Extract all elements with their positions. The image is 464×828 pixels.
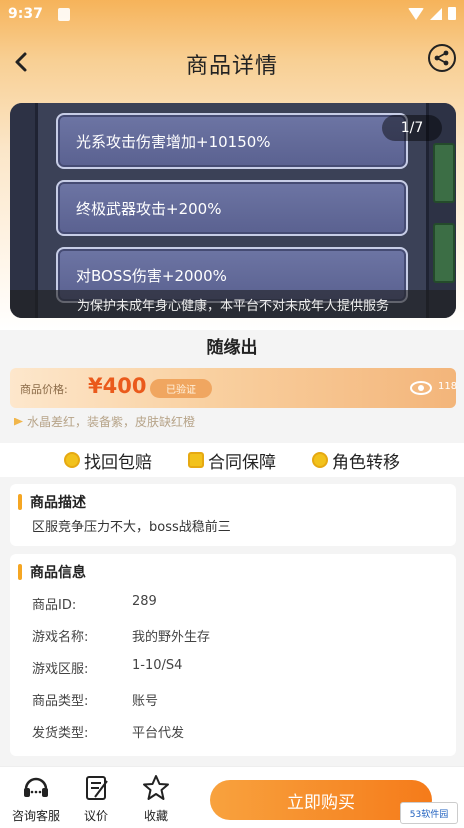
info-section: 商品信息 商品ID: 289 游戏名称: 我的野外生存 游戏区服: 1-10/S… bbox=[10, 554, 456, 756]
description-section: 商品描述 区服竞争压力不大，boss战稳前三 bbox=[10, 484, 456, 546]
flag-icon bbox=[14, 417, 23, 426]
bargain-icon bbox=[86, 776, 108, 800]
section-heading: 商品描述 bbox=[18, 492, 86, 512]
price-value: ¥400 bbox=[88, 374, 147, 398]
share-button[interactable] bbox=[428, 44, 456, 72]
game-button-graphic bbox=[433, 223, 455, 283]
info-value: 平台代发 bbox=[132, 726, 185, 741]
minor-protection-notice: 为保护未成年身心健康，本平台不对未成年人提供服务 bbox=[10, 290, 456, 318]
role-transfer-icon bbox=[312, 452, 328, 468]
favorite-label: 收藏 bbox=[143, 809, 168, 823]
game-button-graphic bbox=[433, 143, 455, 203]
info-key: 发货类型: bbox=[32, 726, 89, 741]
status-icons bbox=[408, 7, 456, 20]
bargain-button[interactable]: 议价 bbox=[66, 773, 126, 824]
item-note: 水晶差红，装备紫，皮肤缺红橙 bbox=[14, 413, 195, 430]
description-text: 区服竞争压力不大，boss战稳前三 bbox=[32, 520, 231, 535]
info-key: 游戏区服: bbox=[32, 662, 89, 677]
section-heading: 商品信息 bbox=[18, 562, 86, 582]
bottom-action-bar: 咨询客服 议价 收藏 立即购买 53软件园 bbox=[0, 766, 464, 828]
section-accent-bar bbox=[18, 564, 22, 580]
guarantee-label: 角色转移 bbox=[332, 452, 400, 473]
share-icon bbox=[434, 50, 449, 66]
price-label: 商品价格: bbox=[20, 383, 68, 396]
customer-service-button[interactable]: 咨询客服 bbox=[6, 773, 66, 824]
section-accent-bar bbox=[18, 494, 22, 510]
gallery-counter: 1/7 bbox=[382, 115, 442, 141]
page-title: 商品详情 bbox=[185, 54, 278, 79]
watermark: 53软件园 bbox=[400, 802, 458, 824]
guarantee-item: 角色转移 bbox=[312, 448, 400, 473]
sim-icon bbox=[58, 8, 70, 21]
favorite-button[interactable]: 收藏 bbox=[126, 773, 186, 824]
gallery-left-rail bbox=[10, 103, 38, 318]
guarantee-row: 找回包赔 合同保障 角色转移 bbox=[0, 443, 464, 477]
description-heading: 商品描述 bbox=[30, 495, 86, 511]
info-key: 商品类型: bbox=[32, 694, 89, 709]
eye-icon bbox=[410, 381, 432, 395]
price-tag: 已验证 bbox=[150, 379, 212, 398]
status-bar: 9:37 bbox=[0, 0, 464, 30]
nav-header: 商品详情 bbox=[0, 38, 464, 86]
customer-service-label: 咨询客服 bbox=[11, 809, 60, 823]
guarantee-item: 找回包赔 bbox=[64, 448, 152, 473]
view-count: 118 bbox=[438, 381, 458, 392]
info-value: 289 bbox=[132, 594, 157, 609]
skill-card: 终极武器攻击+200% bbox=[56, 180, 408, 236]
headset-icon bbox=[24, 777, 48, 797]
image-gallery[interactable]: 光系攻击伤害增加+10150% 终极武器攻击+200% 对BOSS伤害+2000… bbox=[10, 103, 456, 318]
goods-title: 随缘出 bbox=[206, 338, 258, 358]
guarantee-label: 找回包赔 bbox=[84, 452, 152, 473]
info-value: 我的野外生存 bbox=[132, 630, 211, 645]
guarantee-item: 合同保障 bbox=[188, 448, 276, 473]
star-icon bbox=[143, 775, 169, 800]
skill-card: 光系攻击伤害增加+10150% bbox=[56, 113, 408, 169]
bargain-label: 议价 bbox=[83, 809, 108, 823]
signal-icon bbox=[430, 7, 442, 20]
info-key: 游戏名称: bbox=[32, 630, 89, 645]
info-heading: 商品信息 bbox=[30, 565, 86, 581]
info-value: 账号 bbox=[132, 694, 159, 709]
battery-icon bbox=[448, 7, 456, 20]
coin-icon bbox=[64, 452, 80, 468]
note-text: 水晶差红，装备紫，皮肤缺红橙 bbox=[27, 415, 196, 429]
status-time: 9:37 bbox=[8, 6, 43, 22]
info-key: 商品ID: bbox=[32, 598, 77, 613]
price-bar: 商品价格: ¥400 已验证 118 bbox=[10, 368, 458, 408]
wifi-icon bbox=[408, 7, 424, 20]
contract-icon bbox=[188, 452, 204, 468]
info-value: 1-10/S4 bbox=[132, 658, 183, 673]
guarantee-label: 合同保障 bbox=[208, 452, 276, 473]
buy-now-button[interactable]: 立即购买 bbox=[210, 780, 432, 820]
